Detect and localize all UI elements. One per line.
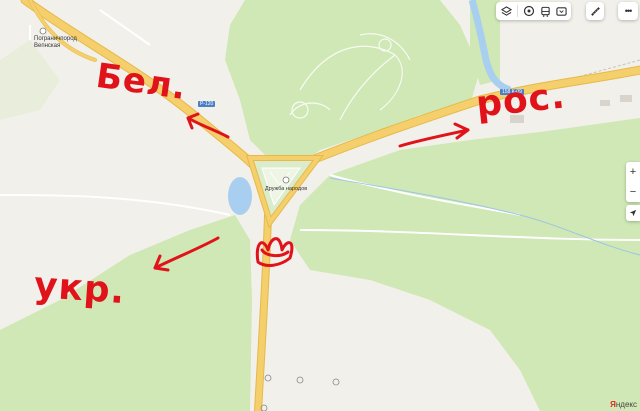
more-icon[interactable]: ••• [618, 2, 638, 20]
map-canvas[interactable] [0, 0, 640, 411]
poi-markers [260, 374, 340, 411]
layers-icon[interactable] [498, 3, 514, 19]
map-toolbar [496, 2, 571, 20]
monument-icon [282, 176, 290, 184]
zoom-out-button[interactable]: − [626, 182, 640, 202]
forest-southwest [0, 215, 252, 411]
annotation-ukraine: укр. [32, 264, 127, 313]
ruler-icon[interactable] [586, 2, 604, 20]
forest-east [290, 118, 640, 411]
forest-west-strip [0, 40, 60, 120]
yandex-logo[interactable]: Яндекс [610, 400, 637, 409]
zoom-control: + − [626, 162, 640, 202]
border-post-label: Пограничпород Вепнская [34, 36, 77, 49]
traffic-icon[interactable] [553, 3, 569, 19]
border-post-icon [39, 27, 47, 35]
monument-label: Дружба народов [265, 186, 308, 192]
locate-icon[interactable] [626, 205, 640, 221]
transport-icon[interactable] [537, 3, 553, 19]
road-shield-west: Р-120 [198, 101, 216, 107]
lake [228, 177, 252, 215]
zoom-in-button[interactable]: + [626, 162, 640, 182]
panorama-icon[interactable] [521, 3, 537, 19]
toolbar-divider [517, 5, 518, 17]
